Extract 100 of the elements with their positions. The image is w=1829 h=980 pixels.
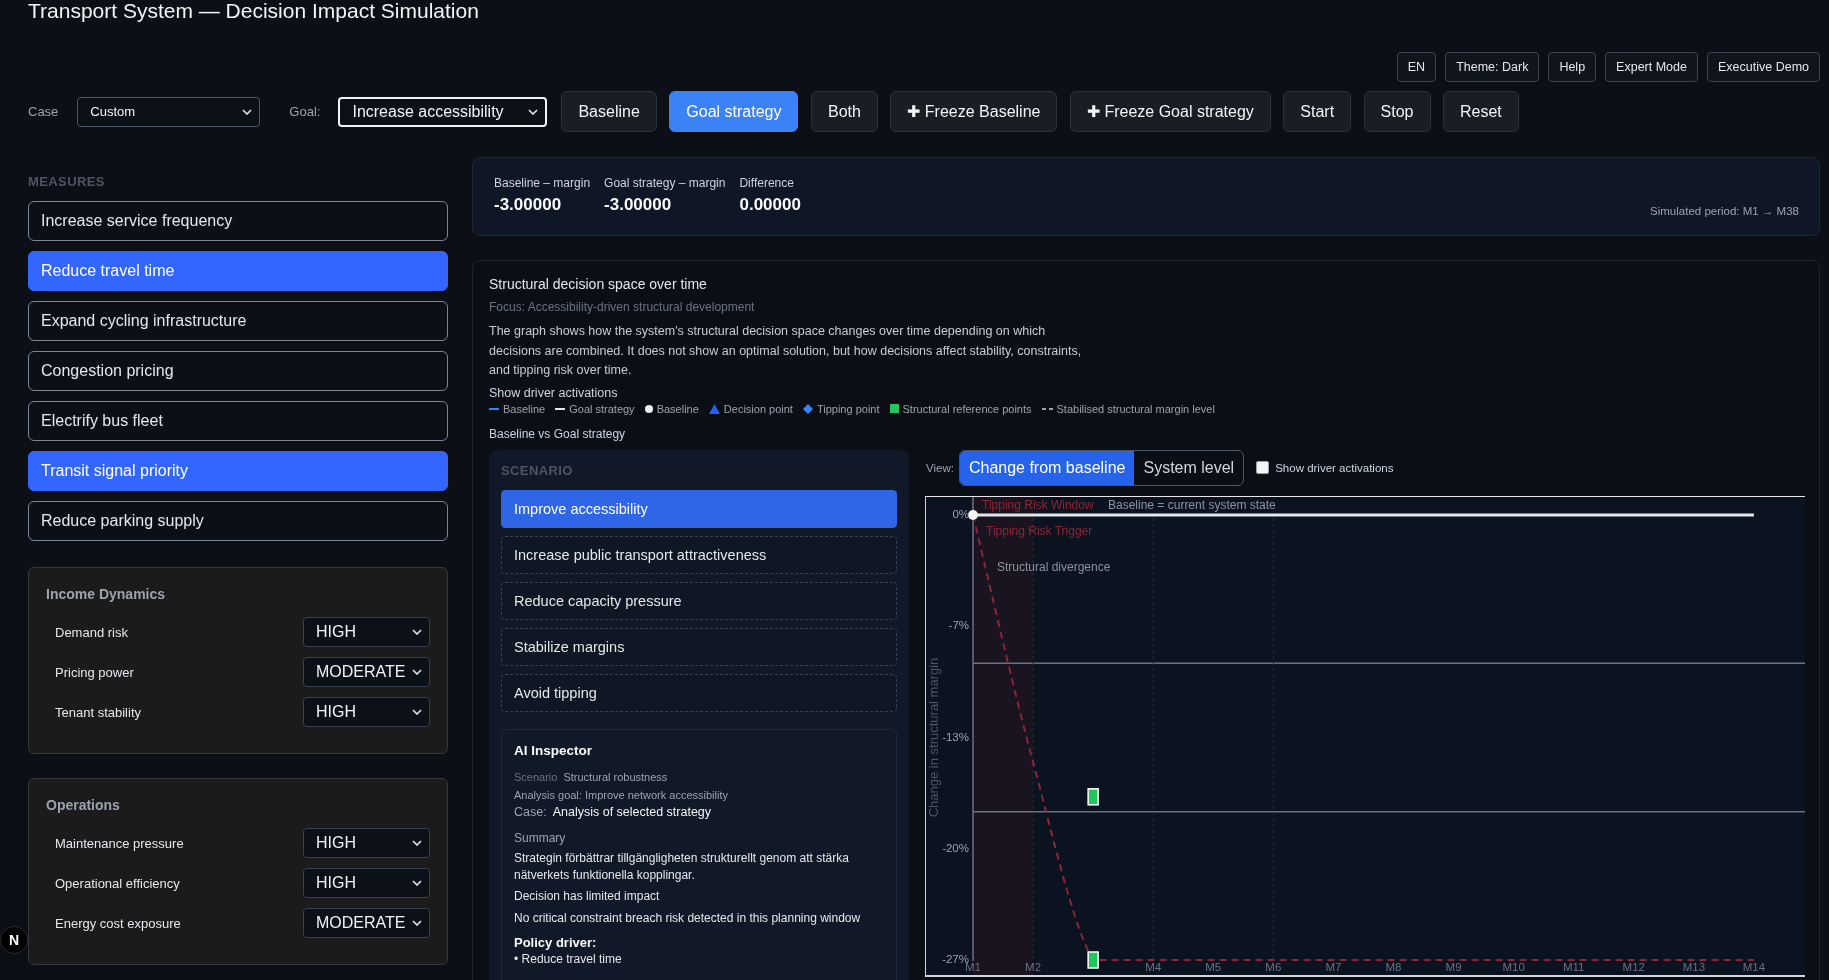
checkbox-label[interactable]: Show driver activations [1275,461,1394,474]
driver-note: Show driver activations [489,384,619,401]
axis-tick-label: 0% [952,507,969,520]
case-label: Case [28,104,59,119]
panel-title: Structural decision space over time [489,275,708,293]
summary-text: Strategin förbättrar tillgängligheten strukturellt genom att stärka nätverkets funktionella kopplingar. [514,849,850,884]
view-label: View: [926,461,954,474]
field-value: Structural robustness [563,770,668,783]
action-button[interactable]: ✚ Freeze Baseline [890,91,1058,132]
legend-label: Stabilised structural margin level [1056,402,1215,415]
parameter-label: Operational efficiency [55,875,180,891]
comparison-label: Baseline vs Goal strategy [489,425,627,442]
metric-value: -3.00000 [604,195,673,215]
axis-tick-label: -7% [948,618,969,631]
measure-item[interactable]: Reduce travel time [28,251,448,291]
legend-label: Structural reference points [902,402,1032,415]
header-button[interactable]: Expert Mode [1605,52,1698,82]
axis-tick-label: M12 [1622,960,1645,973]
measure-item[interactable]: Transit signal priority [28,451,448,491]
axis-tick-label: M7 [1325,960,1342,973]
case-select[interactable]: Custom [77,96,261,127]
axis-tick-label: M2 [1025,960,1042,973]
parameter-select[interactable]: MODERATE [303,908,430,938]
axis-tick-label: -20% [942,841,969,854]
section-heading: MEASURES [28,174,106,190]
period-text: Simulated period: M1 → M38 [1650,205,1799,217]
axis-tick-label: M13 [1682,960,1706,973]
chevron-down-icon [412,669,422,675]
axis-tick-label: M10 [1502,960,1525,973]
annotation-label: Baseline = current system state [1108,497,1276,512]
parameter-label: Demand risk [55,624,128,640]
metric-value: -3.00000 [494,195,563,215]
chevron-down-icon [528,108,539,115]
mode-button[interactable]: Both [810,91,878,132]
axis-tick-label: M8 [1385,960,1402,973]
measure-item[interactable]: Increase service frequency [28,201,448,241]
axis-tick-label: M11 [1562,960,1585,973]
action-button[interactable]: Start [1283,91,1352,132]
mode-button[interactable]: Goal strategy [669,91,799,132]
axis-tick-label: -13% [942,730,969,743]
action-button[interactable]: Stop [1363,91,1431,132]
parameter-select[interactable]: HIGH [303,617,430,647]
parameter-label: Tenant stability [55,704,141,720]
view-toggle-button[interactable]: System level [1134,450,1244,485]
summary-heading: Summary [514,829,567,846]
header-button[interactable]: Executive Demo [1707,52,1820,82]
parameter-label: Maintenance pressure [55,835,184,851]
goal-select[interactable]: Increase accessibility [338,96,548,127]
dev-indicator-button[interactable]: N [0,926,28,954]
annotation-label: Tipping Risk Trigger [986,523,1093,538]
measure-item[interactable]: Reduce parking supply [28,501,448,541]
measure-item[interactable]: Congestion pricing [28,351,448,391]
measure-item[interactable]: Expand cycling infrastructure [28,301,448,341]
legend-label: Tipping point [816,402,880,415]
policy-item: • Reduce travel time [514,950,623,967]
parameter-select[interactable]: HIGH [303,868,430,898]
chevron-down-icon [242,108,253,115]
scenario-item[interactable]: Stabilize margins [501,627,897,666]
chevron-down-icon [412,709,422,715]
legend-label: Goal strategy [569,402,635,415]
header-button[interactable]: Theme: Dark [1445,52,1540,82]
metric-label: Difference [739,176,795,191]
scenario-item[interactable]: Avoid tipping [501,673,897,712]
chevron-down-icon [412,629,422,635]
parameter-select[interactable]: MODERATE [303,657,430,687]
focus-text: Focus: Accessibility-driven structural development [489,299,756,315]
action-button[interactable]: ✚ Freeze Goal strategy [1069,91,1271,132]
policy-heading: Policy driver: [514,933,598,951]
inspector-title: AI Inspector [514,741,593,760]
parameter-select[interactable]: HIGH [303,828,430,858]
axis-tick-label: M5 [1205,960,1222,973]
panel-title: Income Dynamics [46,585,167,604]
header-button[interactable]: EN [1396,52,1437,82]
header-button[interactable]: Help [1548,52,1597,82]
axis-title: Change in structural margin [926,657,942,817]
scenario-item[interactable]: Reduce capacity pressure [501,581,897,620]
axis-tick-label: M4 [1145,960,1162,973]
panel-title: Operations [46,796,121,815]
legend-label: Decision point [723,402,793,415]
metric-label: Goal strategy – margin [604,176,726,191]
summary-text: No critical constraint breach risk detected in this planning window [514,909,862,927]
annotation-label: Tipping Risk Window [982,497,1094,512]
app-title: Transport System — Decision Impact Simulation [28,0,480,22]
checkbox[interactable] [1256,461,1270,474]
field-label: Case: [514,804,547,819]
field-value: Analysis of selected strategy [552,804,712,819]
view-toggle-button[interactable]: Change from baseline [959,450,1135,485]
chevron-down-icon [412,920,422,926]
chevron-down-icon [412,840,422,846]
axis-tick-label: M9 [1445,960,1462,973]
summary-text: Decision has limited impact [514,887,661,905]
action-button[interactable]: Reset [1443,91,1519,132]
scenario-item[interactable]: Improve accessibility [501,489,897,528]
field-label: Scenario [514,770,558,783]
mode-button[interactable]: Baseline [561,91,657,132]
measure-item[interactable]: Electrify bus fleet [28,401,448,441]
parameter-select[interactable]: HIGH [303,697,430,727]
legend-label: Baseline [656,402,699,415]
scenario-item[interactable]: Increase public transport attractiveness [501,535,897,574]
analysis-goal-text: Analysis goal: Improve network accessibility [514,787,729,803]
